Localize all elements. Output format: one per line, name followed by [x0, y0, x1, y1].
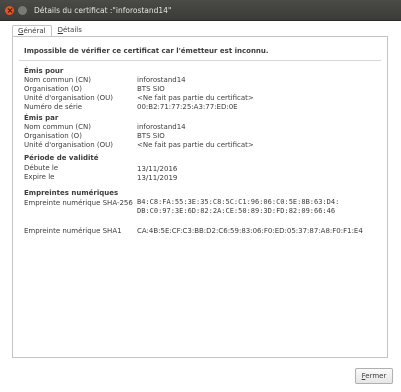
issued-to-cn-label: Nom commun (CN)	[24, 76, 92, 84]
serial-number-value: 00:B2:71:77:25:A3:77:ED:0E	[137, 103, 238, 111]
close-button[interactable]: Fermer	[355, 368, 393, 384]
issued-by-cn-label: Nom commun (CN)	[24, 123, 92, 131]
issued-by-o-label: Organisation (O)	[24, 132, 82, 140]
issued-to-title: Émis pour	[24, 67, 64, 75]
close-button-label: ermer	[365, 372, 387, 380]
window-minimize-icon[interactable]	[18, 5, 27, 15]
issued-to-o-label: Organisation (O)	[24, 85, 82, 93]
validity-title: Période de validité	[24, 154, 99, 162]
tab-details-label: étails	[63, 26, 82, 34]
issued-by-ou-value: <Ne fait pas partie du certificat>	[137, 141, 254, 149]
issued-by-ou-label: Unité d'organisation (OU)	[24, 141, 113, 149]
issued-by-o-value: BTS SIO	[137, 132, 165, 140]
valid-from-label: Débute le	[24, 164, 59, 172]
serial-number-label: Numéro de série	[24, 103, 83, 111]
issued-by-cn-value: inforostand14	[137, 123, 186, 131]
window-titlebar: Détails du certificat :"inforostand14"	[0, 0, 401, 21]
tab-general-label: énéral	[23, 27, 46, 35]
window-title: Détails du certificat :"inforostand14"	[34, 5, 172, 15]
verification-warning: Impossible de vérifier ce certificat car…	[24, 47, 269, 55]
issued-to-ou-value: <Ne fait pas partie du certificat>	[137, 94, 254, 102]
issued-by-title: Émis par	[24, 114, 59, 122]
sha256-label: Empreinte numérique SHA-256	[24, 199, 133, 207]
tab-details[interactable]: Détails	[52, 24, 88, 36]
issued-to-ou-label: Unité d'organisation (OU)	[24, 94, 113, 102]
issued-to-cn-value: inforostand14	[137, 76, 186, 84]
issued-to-o-value: BTS SIO	[137, 85, 165, 93]
tab-bar: Général Détails	[12, 22, 88, 37]
valid-to-label: Expire le	[24, 173, 55, 181]
sha256-value-line1: B4:C8:FA:55:3E:35:C8:5C:C1:96:06:C0:5E:8…	[137, 198, 340, 206]
fingerprints-title: Empreintes numériques	[24, 189, 119, 197]
sha1-label: Empreinte numérique SHA1	[24, 227, 122, 235]
separator	[19, 60, 381, 61]
general-panel: Impossible de vérifier ce certificat car…	[12, 36, 388, 358]
valid-from-value: 13/11/2016	[137, 165, 178, 173]
sha256-value-line2: DB:C0:97:3E:6D:82:2A:CE:50:89:3D:FD:82:0…	[137, 207, 336, 215]
sha1-value: CA:4B:5E:CF:C3:BB:D2:C6:59:83:06:F0:ED:0…	[137, 227, 363, 235]
window-close-icon[interactable]	[5, 5, 14, 15]
valid-to-value: 13/11/2019	[137, 174, 178, 182]
